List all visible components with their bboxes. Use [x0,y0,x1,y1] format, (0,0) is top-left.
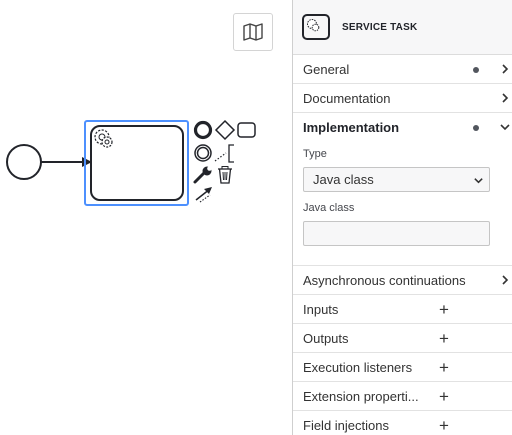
java-class-label: Java class [303,202,355,214]
add-execution-listener-button[interactable]: + [439,359,449,376]
group-field-injections[interactable]: Field injections + [293,411,512,435]
data-indicator-dot [473,67,479,73]
panel-header: SERVICE TASK [293,0,512,55]
group-label: Asynchronous continuations [303,272,466,288]
chevron-down-icon [474,178,483,184]
group-label: Documentation [303,90,391,106]
group-asynchronous-continuations[interactable]: Asynchronous continuations [293,266,512,295]
service-task[interactable] [90,125,184,201]
group-label: Execution listeners [303,359,413,375]
implementation-type-select[interactable]: Java class [303,167,490,192]
gateway-icon[interactable] [214,119,236,141]
chevron-right-icon [502,64,509,74]
intermediate-event-icon[interactable] [194,144,212,162]
add-output-button[interactable]: + [439,330,449,347]
task-icon[interactable] [237,122,256,138]
wrench-icon[interactable] [193,166,212,184]
text-annotation-icon[interactable] [214,144,234,163]
data-indicator-dot [473,125,479,131]
end-event-icon[interactable] [193,120,213,140]
add-field-injection-button[interactable]: + [439,417,449,434]
group-general[interactable]: General [293,55,512,84]
chevron-down-icon [500,124,510,131]
group-execution-listeners[interactable]: Execution listeners + [293,353,512,382]
group-documentation[interactable]: Documentation [293,84,512,113]
start-event[interactable] [6,144,42,180]
implementation-entries: Type Java class Java class [293,148,512,266]
group-label: Field injections [303,417,389,433]
select-value: Java class [313,172,374,187]
trash-icon[interactable] [218,166,232,184]
element-type-label: SERVICE TASK [342,21,418,33]
service-task-icon [302,14,330,40]
chevron-right-icon [502,93,509,103]
properties-panel: SERVICE TASK General Documentation Imple… [292,0,512,435]
diagram-canvas[interactable] [0,0,292,435]
group-implementation[interactable]: Implementation [293,113,512,142]
java-class-input[interactable] [303,221,490,246]
group-label: Extension properti... [303,388,419,404]
type-label: Type [303,148,327,160]
group-label: General [303,61,350,77]
group-inputs[interactable]: Inputs + [293,295,512,324]
gear-icon [307,19,320,32]
add-extension-property-button[interactable]: + [439,388,449,405]
chevron-right-icon [502,275,509,285]
connect-icon[interactable] [195,187,212,203]
add-input-button[interactable]: + [439,301,449,318]
group-outputs[interactable]: Outputs + [293,324,512,353]
group-extension-properties[interactable]: Extension properti... + [293,382,512,411]
group-label: Implementation [303,120,400,135]
group-label: Inputs [303,301,339,317]
group-label: Outputs [303,330,349,346]
context-pad [193,119,256,203]
